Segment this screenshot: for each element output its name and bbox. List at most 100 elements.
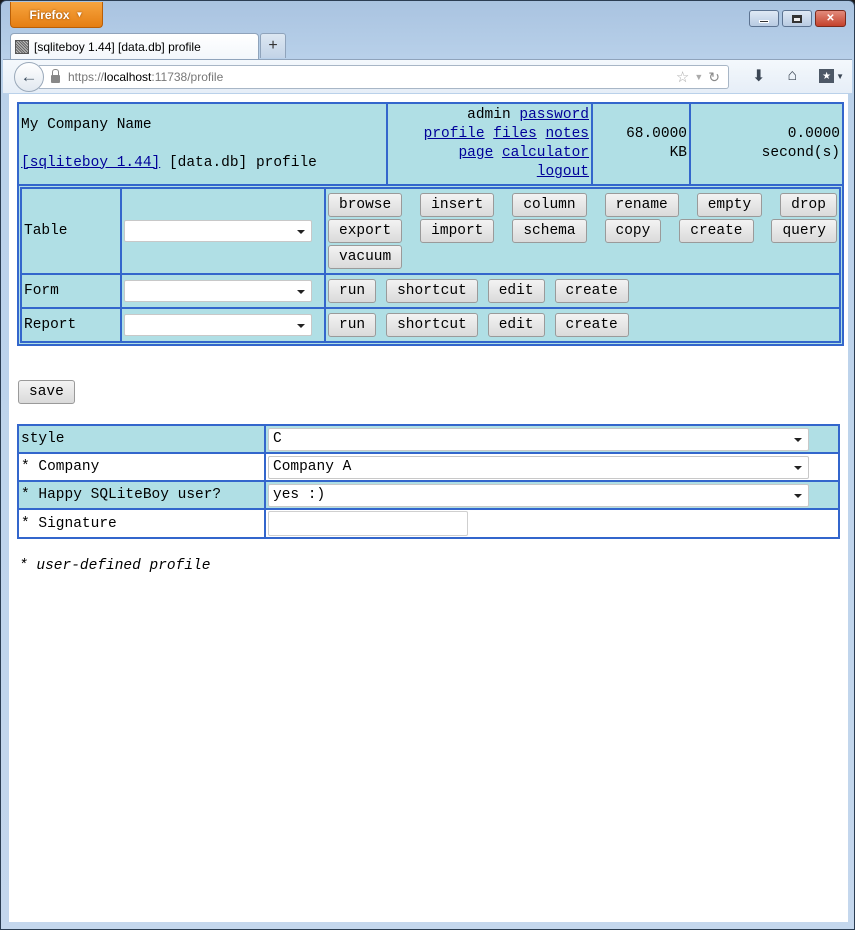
profile-row-style: style C	[18, 425, 839, 453]
report-select[interactable]	[124, 314, 312, 336]
history-dropdown-icon[interactable]: ▼	[694, 72, 703, 82]
dropdown-arrow-icon	[794, 493, 802, 498]
operations-cell: Table browse insert column rename empty …	[18, 185, 843, 345]
maximize-icon	[792, 14, 802, 23]
report-create-button[interactable]: create	[554, 313, 629, 337]
happy-user-select-value: yes :)	[273, 487, 326, 503]
table-label: Table	[21, 188, 121, 274]
form-edit-button[interactable]: edit	[487, 279, 545, 303]
reload-icon[interactable]: ↻	[708, 69, 720, 86]
tab-title: [sqliteboy 1.44] [data.db] profile	[34, 40, 201, 54]
signature-input[interactable]	[268, 511, 468, 536]
home-icon[interactable]: ⌂	[787, 67, 797, 85]
bookmarks-icon: ★	[819, 69, 835, 83]
schema-button[interactable]: schema	[512, 219, 587, 243]
vacuum-button[interactable]: vacuum	[328, 245, 403, 269]
browser-window: Firefox ▼ ✕ [sqliteboy 1.44] [data.db] p…	[0, 0, 855, 930]
calculator-link[interactable]: calculator	[502, 145, 589, 161]
minimize-icon	[759, 19, 769, 23]
user-defined-footnote: * user-defined profile	[19, 558, 211, 574]
elapsed-time-value: 0.0000	[787, 126, 840, 142]
form-select[interactable]	[124, 280, 312, 302]
db-profile-label: [data.db] profile	[168, 154, 317, 171]
minimize-button[interactable]	[749, 10, 779, 27]
back-button[interactable]: ←	[14, 62, 44, 92]
url-host: localhost	[104, 70, 152, 84]
profile-row-signature: * Signature	[18, 509, 839, 538]
dropdown-arrow-icon	[297, 324, 305, 328]
export-button[interactable]: export	[328, 219, 403, 243]
close-window-button[interactable]: ✕	[815, 10, 846, 27]
db-size-value: 68.0000	[626, 126, 687, 142]
dropdown-arrow-icon	[794, 437, 802, 442]
logout-link[interactable]: logout	[537, 164, 589, 180]
dropdown-arrow-icon	[297, 230, 305, 234]
copy-button[interactable]: copy	[604, 219, 662, 243]
db-size-unit: KB	[669, 145, 687, 161]
downloads-icon[interactable]: ⬇	[752, 66, 765, 86]
style-select-value: C	[273, 431, 282, 447]
browse-button[interactable]: browse	[328, 193, 403, 217]
dropdown-arrow-icon	[794, 465, 802, 470]
bookmark-star-icon[interactable]: ☆	[676, 68, 689, 86]
form-run-button[interactable]: run	[328, 279, 377, 303]
elapsed-time-cell: 0.0000 second(s)	[690, 103, 843, 185]
company-select[interactable]: Company A	[268, 455, 809, 479]
files-link[interactable]: files	[493, 126, 537, 142]
rename-button[interactable]: rename	[604, 193, 679, 217]
header-brand-cell: My Company Name [sqliteboy 1.44] [data.d…	[18, 103, 387, 185]
plus-icon: +	[268, 37, 278, 54]
report-label: Report	[21, 308, 121, 342]
insert-button[interactable]: insert	[420, 193, 495, 217]
navigation-bar: https://localhost:11738/profile ☆ ▼ ↻ ← …	[3, 59, 852, 93]
profile-link[interactable]: profile	[424, 126, 485, 142]
window-controls: ✕	[749, 10, 846, 27]
page-link[interactable]: page	[458, 145, 493, 161]
back-arrow-icon: ←	[20, 67, 38, 86]
happy-user-label: * Happy SQLiteBoy user?	[18, 481, 265, 509]
url-scheme: https://	[68, 70, 105, 84]
table-buttons: browse insert column rename empty drop e…	[325, 188, 840, 274]
company-label: * Company	[18, 453, 265, 481]
browser-tab-active[interactable]: [sqliteboy 1.44] [data.db] profile	[10, 33, 259, 60]
happy-user-select[interactable]: yes :)	[268, 483, 809, 507]
profile-row-company: * Company Company A	[18, 453, 839, 481]
import-button[interactable]: import	[420, 219, 495, 243]
form-label: Form	[21, 274, 121, 308]
maximize-button[interactable]	[782, 10, 812, 27]
empty-button[interactable]: empty	[696, 193, 763, 217]
firefox-menu-label: Firefox	[29, 7, 70, 22]
page-content: My Company Name [sqliteboy 1.44] [data.d…	[9, 94, 848, 922]
column-button[interactable]: column	[512, 193, 587, 217]
bookmarks-menu-button[interactable]: ★ ▼	[819, 69, 844, 83]
app-version-link[interactable]: [sqliteboy 1.44]	[21, 155, 160, 171]
drop-button[interactable]: drop	[780, 193, 837, 217]
dropdown-arrow-icon	[297, 290, 305, 294]
table-select[interactable]	[124, 220, 312, 242]
close-icon: ✕	[826, 13, 835, 24]
lock-icon	[51, 69, 60, 83]
form-create-button[interactable]: create	[554, 279, 629, 303]
query-button[interactable]: query	[771, 219, 837, 243]
new-tab-button[interactable]: +	[260, 33, 286, 58]
url-path: :11738/profile	[151, 70, 224, 84]
elapsed-time-unit: second(s)	[761, 145, 840, 161]
notes-link[interactable]: notes	[545, 126, 589, 142]
url-bar[interactable]: https://localhost:11738/profile ☆ ▼ ↻	[39, 65, 729, 89]
company-select-value: Company A	[273, 459, 352, 475]
firefox-menu-button[interactable]: Firefox ▼	[10, 2, 103, 28]
password-link[interactable]: password	[519, 107, 589, 123]
favicon-icon	[15, 40, 29, 54]
operations-table: Table browse insert column rename empty …	[20, 187, 841, 343]
db-size-cell: 68.0000 KB	[592, 103, 690, 185]
style-select[interactable]: C	[268, 427, 809, 451]
username: admin	[467, 107, 511, 123]
create-table-button[interactable]: create	[679, 219, 754, 243]
chevron-down-icon: ▼	[836, 71, 844, 81]
form-shortcut-button[interactable]: shortcut	[386, 279, 478, 303]
profile-row-happy-user: * Happy SQLiteBoy user? yes :)	[18, 481, 839, 509]
report-shortcut-button[interactable]: shortcut	[386, 313, 478, 337]
report-run-button[interactable]: run	[328, 313, 377, 337]
report-edit-button[interactable]: edit	[487, 313, 545, 337]
save-button[interactable]: save	[18, 380, 75, 404]
